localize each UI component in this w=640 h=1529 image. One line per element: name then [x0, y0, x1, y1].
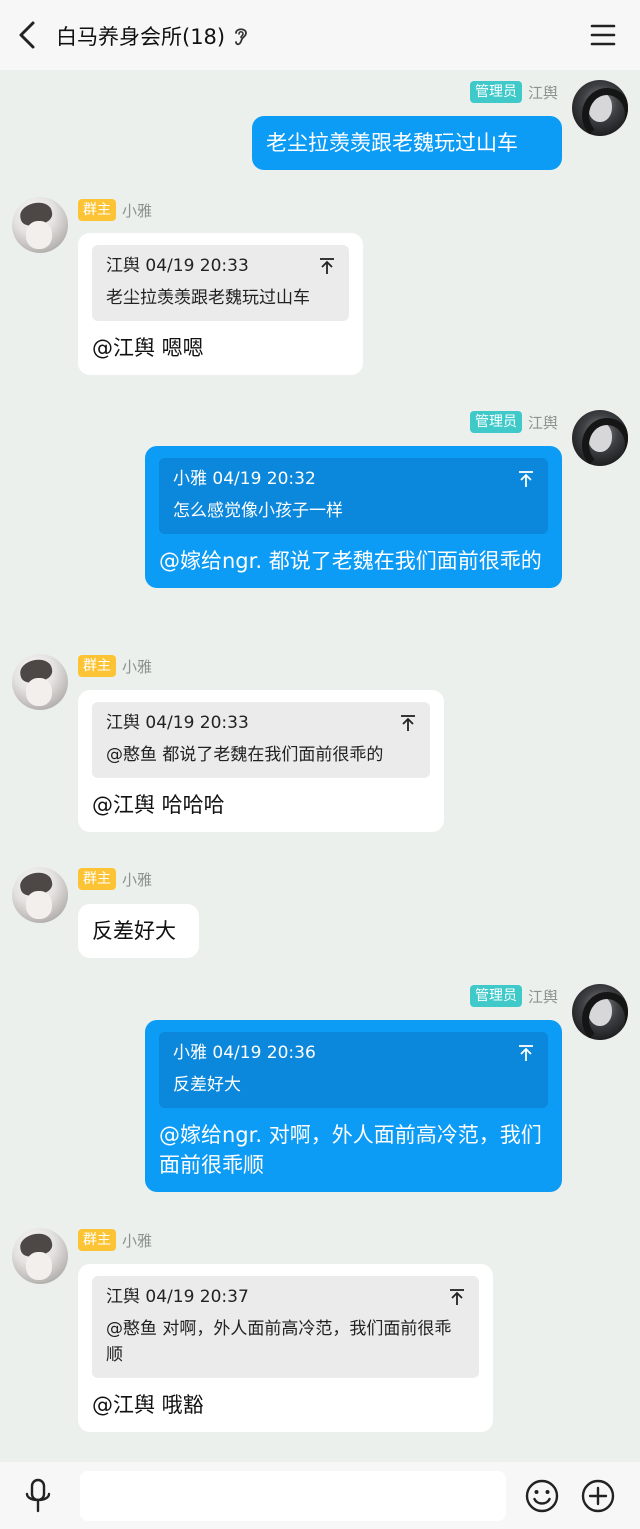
message-text: @江舆 嗯嗯	[92, 336, 204, 360]
jump-to-original-icon[interactable]	[319, 257, 335, 275]
message-text: 老尘拉羡羡跟老魏玩过山车	[266, 131, 518, 155]
sender-name: 小雅	[122, 870, 153, 889]
avatar[interactable]	[572, 80, 628, 136]
message-bubble[interactable]: 小雅 04/19 20:36 反差好大 @嫁给ngr. 对啊，外人面前高冷范，我…	[145, 1020, 562, 1192]
ear-icon	[235, 28, 248, 46]
emoji-button[interactable]	[524, 1478, 560, 1514]
quote-text: @憨鱼 对啊，外人面前高冷范，我们面前很乖顺	[106, 1319, 452, 1365]
owner-badge: 群主	[78, 868, 116, 890]
avatar[interactable]	[12, 867, 68, 923]
avatar[interactable]	[12, 197, 68, 253]
sender-meta: 管理员 江舆	[300, 80, 558, 104]
avatar[interactable]	[572, 410, 628, 466]
quoted-message[interactable]: 江舆 04/19 20:33 老尘拉羡羡跟老魏玩过山车	[92, 245, 349, 321]
message-text: @江舆 哦豁	[92, 1393, 204, 1417]
jump-to-original-icon[interactable]	[518, 470, 534, 488]
group-title: 白马养身会所(18)	[56, 25, 226, 49]
back-button[interactable]	[14, 18, 42, 52]
message-text: @嫁给ngr. 都说了老魏在我们面前很乖的	[159, 549, 542, 573]
message-input[interactable]	[80, 1471, 506, 1521]
sender-name: 江舆	[527, 83, 558, 102]
message-bubble[interactable]: 江舆 04/19 20:37 @憨鱼 对啊，外人面前高冷范，我们面前很乖顺 @江…	[78, 1264, 493, 1432]
message-bubble[interactable]: 江舆 04/19 20:33 老尘拉羡羡跟老魏玩过山车 @江舆 嗯嗯	[78, 233, 363, 375]
message-bubble[interactable]: 反差好大	[78, 904, 199, 958]
sender-name: 小雅	[122, 657, 153, 676]
sender-meta: 群主 小雅	[78, 198, 278, 222]
sender-name: 江舆	[527, 413, 558, 432]
message-text: @嫁给ngr. 对啊，外人面前高冷范，我们面前很乖顺	[159, 1123, 542, 1177]
avatar[interactable]	[12, 1228, 68, 1284]
sender-name: 小雅	[122, 1231, 153, 1250]
quoted-message[interactable]: 江舆 04/19 20:33 @憨鱼 都说了老魏在我们面前很乖的	[92, 702, 430, 778]
avatar[interactable]	[12, 654, 68, 710]
owner-badge: 群主	[78, 1229, 116, 1251]
message-bubble[interactable]: 老尘拉羡羡跟老魏玩过山车	[252, 116, 562, 170]
smiley-icon	[525, 1479, 559, 1513]
menu-button[interactable]	[590, 22, 616, 48]
quote-author-time: 小雅 04/19 20:32	[173, 469, 316, 489]
quote-text: 老尘拉羡羡跟老魏玩过山车	[106, 288, 310, 308]
admin-badge: 管理员	[469, 411, 522, 433]
message-bubble[interactable]: 江舆 04/19 20:33 @憨鱼 都说了老魏在我们面前很乖的 @江舆 哈哈哈	[78, 690, 444, 832]
jump-to-original-icon[interactable]	[449, 1288, 465, 1306]
input-bar	[0, 1462, 640, 1529]
quote-text: 反差好大	[173, 1075, 241, 1095]
quote-author-time: 江舆 04/19 20:33	[106, 713, 249, 733]
quoted-message[interactable]: 江舆 04/19 20:37 @憨鱼 对啊，外人面前高冷范，我们面前很乖顺	[92, 1276, 479, 1378]
microphone-icon	[25, 1478, 51, 1513]
message-bubble[interactable]: 小雅 04/19 20:32 怎么感觉像小孩子一样 @嫁给ngr. 都说了老魏在…	[145, 446, 562, 588]
jump-to-original-icon[interactable]	[400, 714, 416, 732]
sender-meta: 群主 小雅	[78, 654, 278, 678]
plus-circle-icon	[581, 1479, 615, 1513]
sender-name: 小雅	[122, 201, 153, 220]
chat-header: 白马养身会所(18)	[0, 0, 640, 70]
quote-text: @憨鱼 都说了老魏在我们面前很乖的	[106, 745, 384, 765]
chevron-left-icon	[19, 21, 35, 49]
jump-to-original-icon[interactable]	[518, 1044, 534, 1062]
quote-author-time: 江舆 04/19 20:33	[106, 256, 249, 276]
sender-meta: 管理员 江舆	[300, 984, 558, 1008]
admin-badge: 管理员	[469, 81, 522, 103]
admin-badge: 管理员	[469, 985, 522, 1007]
more-button[interactable]	[580, 1478, 616, 1514]
message-text: 反差好大	[92, 919, 176, 943]
owner-badge: 群主	[78, 655, 116, 677]
chat-title-area[interactable]: 白马养身会所(18)	[56, 20, 249, 52]
owner-badge: 群主	[78, 199, 116, 221]
message-text: @江舆 哈哈哈	[92, 793, 225, 817]
hamburger-menu-icon	[590, 24, 616, 46]
sender-name: 江舆	[527, 987, 558, 1006]
sender-meta: 群主 小雅	[78, 1228, 278, 1252]
sender-meta: 管理员 江舆	[300, 410, 558, 434]
sender-meta: 群主 小雅	[78, 867, 278, 891]
voice-button[interactable]	[22, 1478, 54, 1514]
quote-author-time: 江舆 04/19 20:37	[106, 1287, 249, 1307]
quoted-message[interactable]: 小雅 04/19 20:36 反差好大	[159, 1032, 548, 1108]
quote-text: 怎么感觉像小孩子一样	[173, 501, 343, 521]
quote-author-time: 小雅 04/19 20:36	[173, 1043, 316, 1063]
avatar[interactable]	[572, 984, 628, 1040]
quoted-message[interactable]: 小雅 04/19 20:32 怎么感觉像小孩子一样	[159, 458, 548, 534]
